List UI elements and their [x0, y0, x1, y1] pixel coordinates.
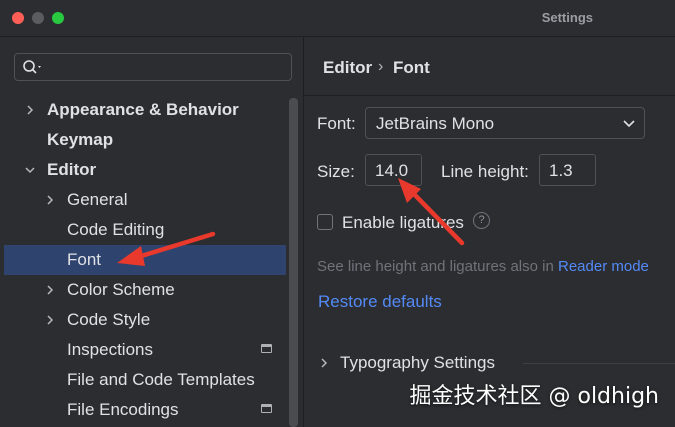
breadcrumb: Editor › Font — [304, 37, 675, 96]
reader-mode-hint: See line height and ligatures also in Re… — [317, 258, 649, 275]
sidebar-item-file-code-templates[interactable]: File and Code Templates — [4, 365, 286, 395]
sidebar-item-label: Inspections — [67, 340, 153, 359]
line-height-field[interactable] — [539, 154, 596, 186]
sidebar-item-code-editing[interactable]: Code Editing — [4, 215, 286, 245]
font-dropdown-value: JetBrains Mono — [376, 114, 495, 133]
breadcrumb-current: Font — [393, 58, 430, 77]
title-bar: Settings — [0, 0, 675, 37]
sidebar-item-label: Font — [67, 250, 102, 269]
enable-ligatures-label[interactable]: Enable ligatures — [342, 213, 464, 233]
chevron-right-icon[interactable] — [44, 284, 56, 296]
font-label: Font: — [317, 114, 356, 133]
search-box[interactable] — [14, 53, 292, 81]
zoom-window-button[interactable] — [52, 12, 64, 24]
size-input[interactable] — [373, 160, 421, 182]
sidebar-item-label: General — [67, 190, 128, 209]
sidebar-item-color-scheme[interactable]: Color Scheme — [4, 275, 286, 305]
section-divider — [523, 363, 675, 364]
sidebar-item-label: File Encodings — [67, 400, 179, 419]
size-field[interactable] — [365, 154, 422, 186]
breadcrumb-separator: › — [378, 58, 384, 75]
enable-ligatures-checkbox[interactable] — [317, 214, 333, 230]
sidebar-item-font[interactable]: Font — [4, 245, 286, 275]
sidebar-item-label: File and Code Templates — [67, 370, 255, 389]
sidebar-item-label: Editor — [47, 160, 97, 179]
breadcrumb-parent[interactable]: Editor — [323, 58, 372, 78]
sidebar-item-editor[interactable]: Editor — [4, 155, 286, 185]
settings-sidebar: Appearance & Behavior Keymap Editor Gene… — [0, 37, 304, 427]
font-dropdown[interactable]: JetBrains Mono — [365, 107, 645, 139]
line-height-label: Line height: — [441, 162, 529, 181]
project-settings-icon — [261, 404, 272, 413]
chevron-right-icon[interactable] — [44, 194, 56, 206]
help-icon[interactable]: ? — [473, 212, 490, 229]
sidebar-item-label: Color Scheme — [67, 280, 175, 299]
watermark: 掘金技术社区 @ oldhigh — [409, 384, 660, 409]
close-window-button[interactable] — [12, 12, 24, 24]
project-settings-icon — [261, 344, 272, 353]
hint-text: See line height and ligatures also in — [317, 258, 558, 275]
sidebar-item-code-style[interactable]: Code Style — [4, 305, 286, 335]
font-settings-panel: Editor › Font Font: JetBrains Mono Size:… — [304, 37, 675, 427]
chevron-right-icon[interactable] — [24, 104, 36, 116]
search-input[interactable] — [51, 57, 285, 79]
sidebar-item-label: Code Style — [67, 310, 151, 329]
chevron-right-icon[interactable] — [318, 357, 330, 369]
sidebar-item-label: Appearance & Behavior — [47, 100, 239, 119]
typography-settings-section[interactable]: Typography Settings — [318, 351, 675, 375]
sidebar-scrollbar[interactable] — [289, 98, 298, 427]
search-icon — [23, 60, 41, 74]
sidebar-item-label: Code Editing — [67, 220, 165, 239]
restore-defaults-link[interactable]: Restore defaults — [318, 292, 442, 312]
typography-settings-label: Typography Settings — [340, 353, 495, 372]
sidebar-item-keymap[interactable]: Keymap — [4, 125, 286, 155]
reader-mode-link[interactable]: Reader mode — [558, 258, 649, 275]
sidebar-item-inspections[interactable]: Inspections — [4, 335, 286, 365]
line-height-input[interactable] — [547, 160, 595, 182]
sidebar-item-label: Keymap — [47, 130, 114, 149]
chevron-down-icon — [623, 120, 635, 128]
chevron-right-icon[interactable] — [44, 314, 56, 326]
chevron-down-icon[interactable] — [24, 164, 36, 176]
size-label: Size: — [317, 162, 355, 181]
window-title: Settings — [541, 10, 593, 25]
minimize-window-button[interactable] — [32, 12, 44, 24]
sidebar-item-general[interactable]: General — [4, 185, 286, 215]
sidebar-item-file-encodings[interactable]: File Encodings — [4, 395, 286, 425]
sidebar-item-appearance-behavior[interactable]: Appearance & Behavior — [4, 95, 286, 125]
